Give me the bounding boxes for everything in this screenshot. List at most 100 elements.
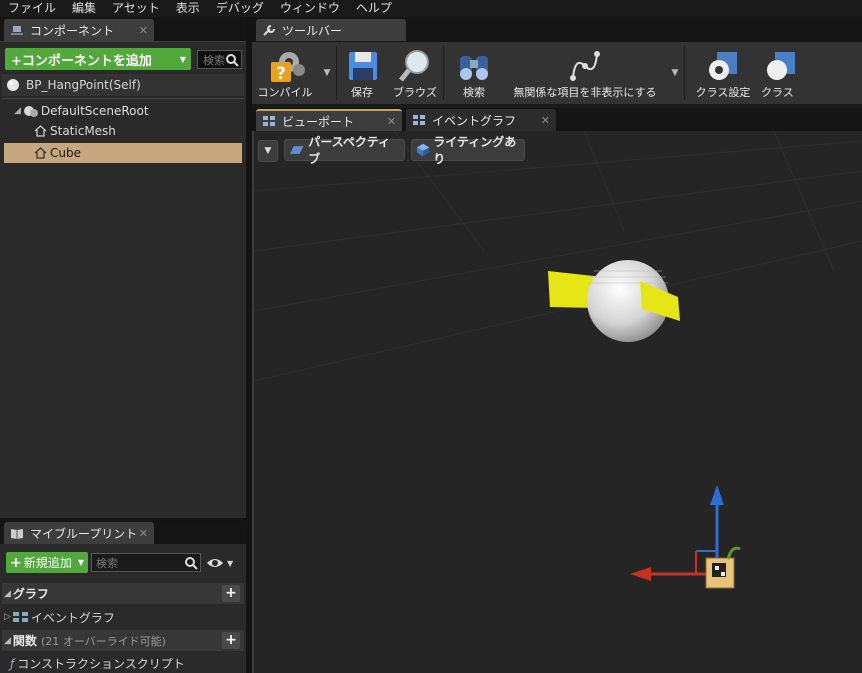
tab-toolbar[interactable]: ツールバー: [256, 19, 406, 41]
menu-help[interactable]: ヘルプ: [348, 0, 400, 17]
my-blueprint-panel: + 新規追加 ▼ 検索 ▼ ◢ グラフ + ▷ イベントグラフ ◢ 関数 (21…: [0, 544, 246, 673]
viewport-icon: [263, 116, 275, 126]
tab-viewport[interactable]: ビューポート ✕: [256, 109, 402, 131]
viewport-scene: [254, 131, 862, 589]
components-panel: +コンポーネントを追加 ▼ 検索 BP_HangPoint(Self) ◢ De…: [0, 42, 246, 518]
class-settings-label: クラス設定: [695, 86, 751, 99]
toolbar: ? コンパイル ▼ 保存 ブラウズ 検索 無関係な項目を非表示にする ▼ クラス…: [252, 42, 862, 104]
tree-item-label: Cube: [50, 146, 81, 160]
menu-window[interactable]: ウィンドウ: [272, 0, 348, 17]
add-component-label: +コンポーネントを追加: [11, 53, 152, 69]
browse-label: ブラウズ: [393, 86, 437, 99]
sphere-icon: [7, 79, 19, 91]
add-new-button[interactable]: + 新規追加 ▼: [6, 552, 88, 573]
wrench-icon: [263, 25, 275, 36]
browse-icon: [399, 50, 429, 82]
class-settings-button[interactable]: クラス設定: [685, 42, 761, 104]
graph-section-header[interactable]: ◢ グラフ +: [2, 583, 244, 604]
tree-item-cube[interactable]: Cube: [4, 143, 242, 163]
expand-arrow-icon[interactable]: ▷: [4, 612, 11, 622]
tab-components[interactable]: コンポーネント ✕: [4, 19, 154, 41]
add-function-button[interactable]: +: [222, 632, 240, 649]
lighting-mode-button[interactable]: ライティングあり: [411, 135, 525, 166]
binoculars-icon: [460, 56, 488, 80]
chevron-down-icon: ▼: [323, 68, 331, 78]
blueprint-search-input[interactable]: 検索: [91, 553, 201, 572]
scene-root-icon: [23, 106, 38, 117]
compile-label: コンパイル: [257, 86, 313, 99]
search-icon: [226, 53, 239, 67]
perspective-label: パースペクティブ: [308, 135, 391, 166]
functions-section-header[interactable]: ◢ 関数 (21 オーバーライド可能) +: [2, 630, 244, 651]
close-icon[interactable]: ✕: [139, 24, 148, 37]
event-graph-icon: [12, 612, 28, 622]
compile-button[interactable]: ? コンパイル: [252, 42, 318, 104]
class-defaults-icon: [767, 52, 795, 80]
self-item[interactable]: BP_HangPoint(Self): [2, 74, 244, 96]
find-label: 検索: [463, 86, 485, 99]
tab-event-graph-label: イベントグラフ: [432, 113, 517, 128]
tab-event-graph[interactable]: イベントグラフ ✕: [406, 109, 556, 131]
perspective-button[interactable]: パースペクティブ: [284, 135, 405, 166]
tree-item-static-mesh[interactable]: StaticMesh: [4, 121, 242, 141]
save-label: 保存: [351, 86, 373, 99]
collapse-arrow-icon[interactable]: ◢: [4, 589, 11, 599]
perspective-icon: [289, 146, 304, 154]
functions-section-label: 関数: [12, 634, 37, 648]
add-component-button[interactable]: +コンポーネントを追加 ▼: [5, 48, 191, 70]
event-graph-item[interactable]: ▷ イベントグラフ: [4, 607, 244, 627]
save-button[interactable]: 保存: [337, 42, 387, 104]
collapse-arrow-icon[interactable]: ◢: [4, 636, 11, 646]
component-search-input[interactable]: 検索: [197, 50, 242, 69]
find-button[interactable]: 検索: [444, 42, 504, 104]
construction-script-item[interactable]: ƒ コンストラクションスクリプト: [10, 654, 244, 673]
add-new-label: 新規追加: [23, 556, 72, 570]
close-icon[interactable]: ✕: [541, 114, 550, 127]
compile-options-button[interactable]: ▼: [318, 42, 336, 104]
function-icon: ƒ: [10, 656, 15, 671]
functions-note: (21 オーバーライド可能): [40, 634, 166, 648]
chevron-down-icon: ▼: [227, 558, 234, 568]
menu-debug[interactable]: デバッグ: [208, 0, 272, 17]
hide-unrelated-options-button[interactable]: ▼: [666, 42, 684, 104]
chevron-down-icon: ▼: [77, 558, 84, 567]
viewport[interactable]: ▼ パースペクティブ ライティングあり: [254, 131, 862, 673]
add-graph-button[interactable]: +: [222, 585, 240, 602]
menu-view[interactable]: 表示: [168, 0, 208, 17]
chevron-down-icon: ▼: [671, 68, 679, 78]
viewport-options-button[interactable]: ▼: [258, 140, 278, 162]
lighting-label: ライティングあり: [433, 135, 517, 166]
view-options-button[interactable]: ▼: [206, 555, 238, 571]
event-graph-icon: [413, 115, 425, 125]
compile-icon: ?: [271, 52, 305, 84]
eye-icon: [207, 559, 223, 567]
chevron-down-icon: ▼: [179, 54, 186, 64]
hide-unrelated-label: 無関係な項目を非表示にする: [513, 86, 657, 99]
browse-button[interactable]: ブラウズ: [387, 42, 443, 104]
self-item-label: BP_HangPoint(Self): [26, 78, 141, 92]
tree-item-label: DefaultSceneRoot: [40, 104, 149, 118]
menu-asset[interactable]: アセット: [104, 0, 168, 17]
menu-bar: ファイル 編集 アセット 表示 デバッグ ウィンドウ ヘルプ: [0, 0, 862, 17]
class-defaults-button[interactable]: クラス: [761, 42, 801, 104]
lit-cube-icon: [416, 143, 430, 157]
tree-item-default-scene-root[interactable]: ◢ DefaultSceneRoot: [4, 101, 242, 121]
close-icon[interactable]: ✕: [139, 527, 148, 540]
tab-my-blueprint-label: マイブループリント: [30, 526, 138, 541]
hide-unrelated-button[interactable]: 無関係な項目を非表示にする: [504, 42, 666, 104]
graph-section-label: グラフ: [12, 587, 49, 601]
event-graph-label: イベントグラフ: [30, 610, 115, 625]
menu-file[interactable]: ファイル: [0, 0, 64, 17]
svg-text:?: ?: [276, 64, 286, 84]
tree-item-label: StaticMesh: [50, 124, 116, 138]
plus-icon: +: [10, 554, 22, 571]
tab-viewport-label: ビューポート: [282, 114, 355, 129]
close-icon[interactable]: ✕: [387, 115, 396, 128]
class-defaults-label: クラス: [761, 86, 794, 99]
save-icon: [349, 52, 377, 80]
menu-edit[interactable]: 編集: [64, 0, 104, 17]
expand-arrow-icon[interactable]: ◢: [14, 106, 21, 116]
tab-my-blueprint[interactable]: マイブループリント ✕: [4, 522, 154, 544]
transform-gizmo[interactable]: [630, 485, 741, 589]
tab-components-label: コンポーネント: [30, 23, 115, 38]
